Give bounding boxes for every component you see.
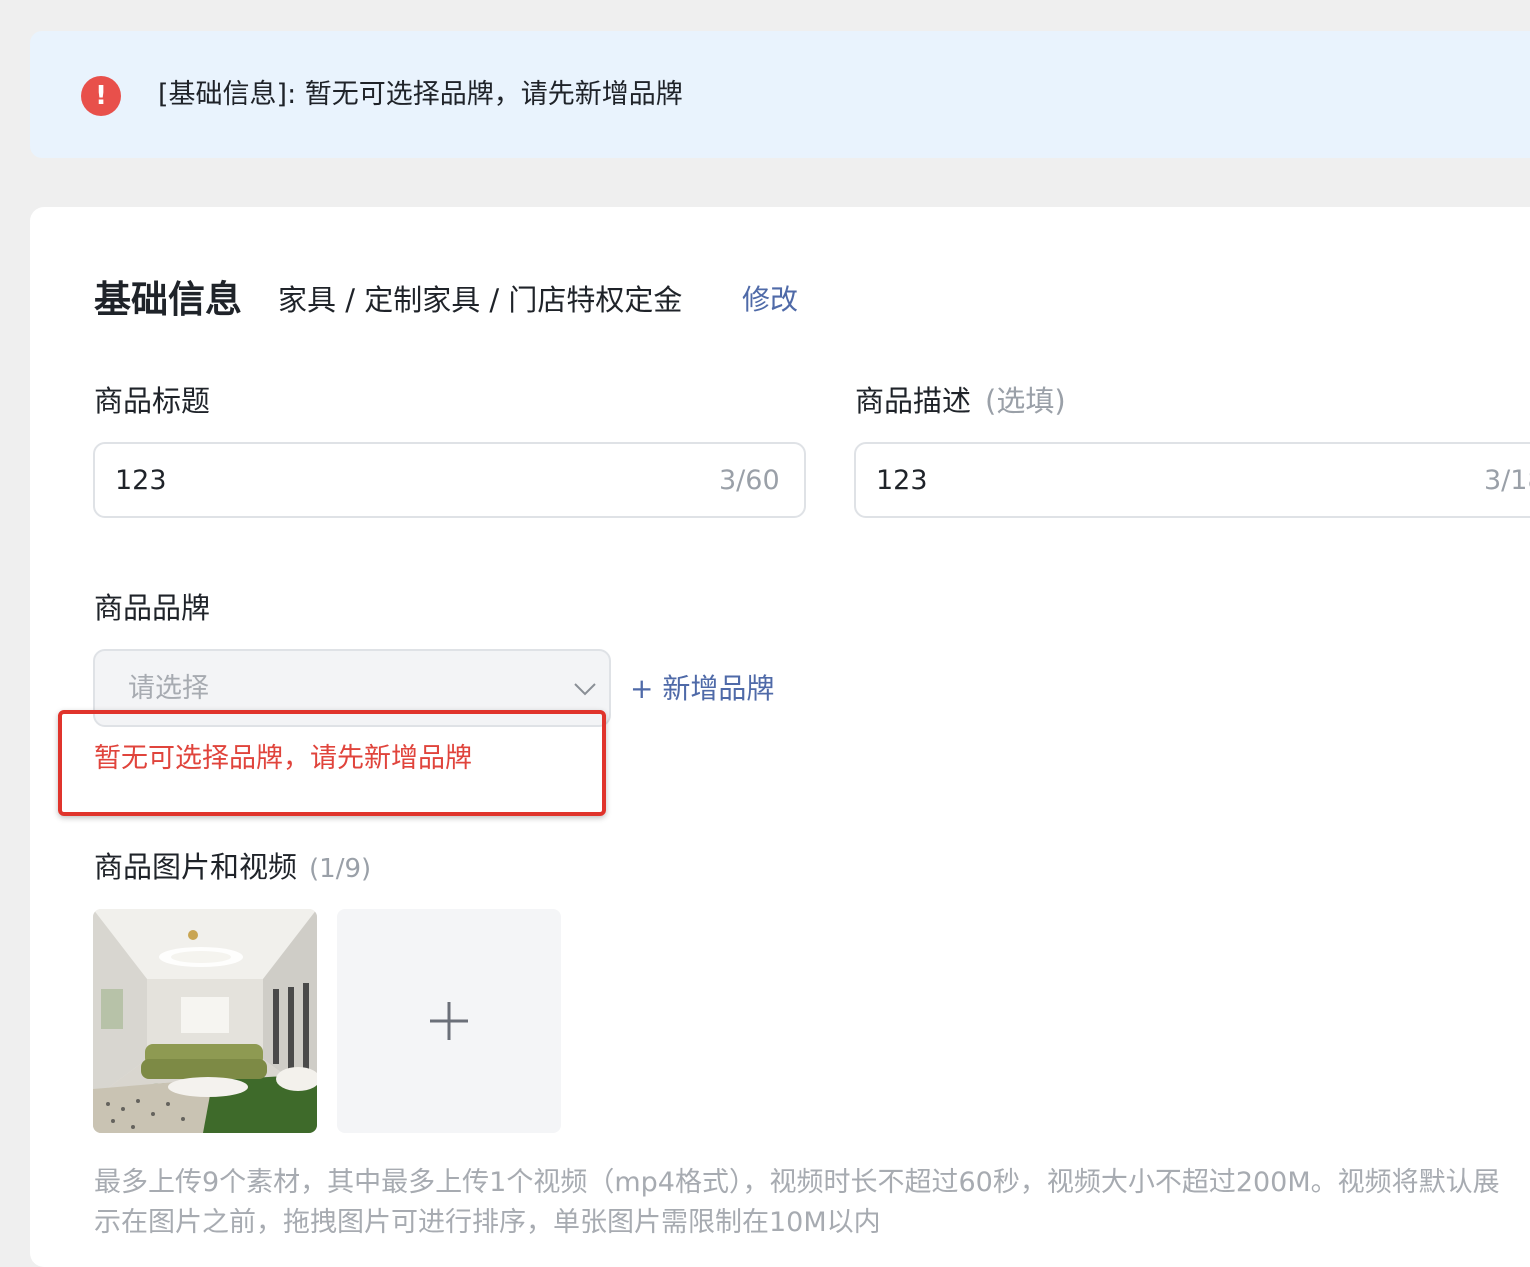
basic-info-card: 基础信息 家具 / 定制家具 / 门店特权定金 修改 商品标题 123 3/60…: [30, 207, 1530, 1267]
brand-error-message: 暂无可选择品牌，请先新增品牌: [94, 743, 472, 774]
brand-select[interactable]: 请选择: [93, 649, 611, 727]
living-room-image: [93, 909, 317, 1133]
media-field-label: 商品图片和视频 (1/9): [94, 846, 371, 890]
add-brand-button[interactable]: + 新增品牌: [630, 669, 774, 709]
brand-field-label: 商品品牌: [94, 591, 211, 625]
title-input-value: 123: [115, 465, 167, 496]
upload-media-button[interactable]: [337, 909, 561, 1133]
brand-select-placeholder: 请选择: [128, 673, 209, 704]
media-label-text: 商品图片和视频: [94, 850, 298, 884]
media-count: (1/9): [309, 854, 372, 884]
description-char-counter: 3/18: [1484, 465, 1530, 496]
description-input-value: 123: [876, 465, 928, 496]
media-thumbnail[interactable]: [93, 909, 317, 1133]
section-title: 基础信息: [94, 278, 242, 321]
media-upload-hint: 最多上传9个素材，其中最多上传1个视频（mp4格式），视频时长不超过60秒，视频…: [94, 1163, 1530, 1243]
title-field-label: 商品标题: [94, 384, 211, 418]
optional-tag: (选填): [985, 384, 1066, 418]
title-input[interactable]: 123 3/60: [93, 442, 806, 518]
modify-category-link[interactable]: 修改: [742, 279, 798, 321]
description-input[interactable]: 123 3/18: [854, 442, 1530, 518]
alert-message: [基础信息]: 暂无可选择品牌，请先新增品牌: [158, 79, 683, 110]
chevron-down-icon: [574, 683, 596, 696]
media-hint-line1: 最多上传9个素材，其中最多上传1个视频（mp4格式），视频时长不超过60秒，视频…: [94, 1167, 1500, 1198]
alert-banner: ! [基础信息]: 暂无可选择品牌，请先新增品牌: [30, 31, 1530, 158]
category-breadcrumb: 家具 / 定制家具 / 门店特权定金: [278, 283, 683, 317]
title-char-counter: 3/60: [719, 465, 780, 496]
plus-icon: [430, 1002, 468, 1040]
description-label-text: 商品描述: [855, 384, 972, 418]
media-hint-line2: 示在图片之前，拖拽图片可进行排序，单张图片需限制在10M以内: [94, 1207, 881, 1238]
description-field-label: 商品描述 (选填): [855, 380, 1066, 422]
exclamation-icon: !: [81, 76, 121, 116]
